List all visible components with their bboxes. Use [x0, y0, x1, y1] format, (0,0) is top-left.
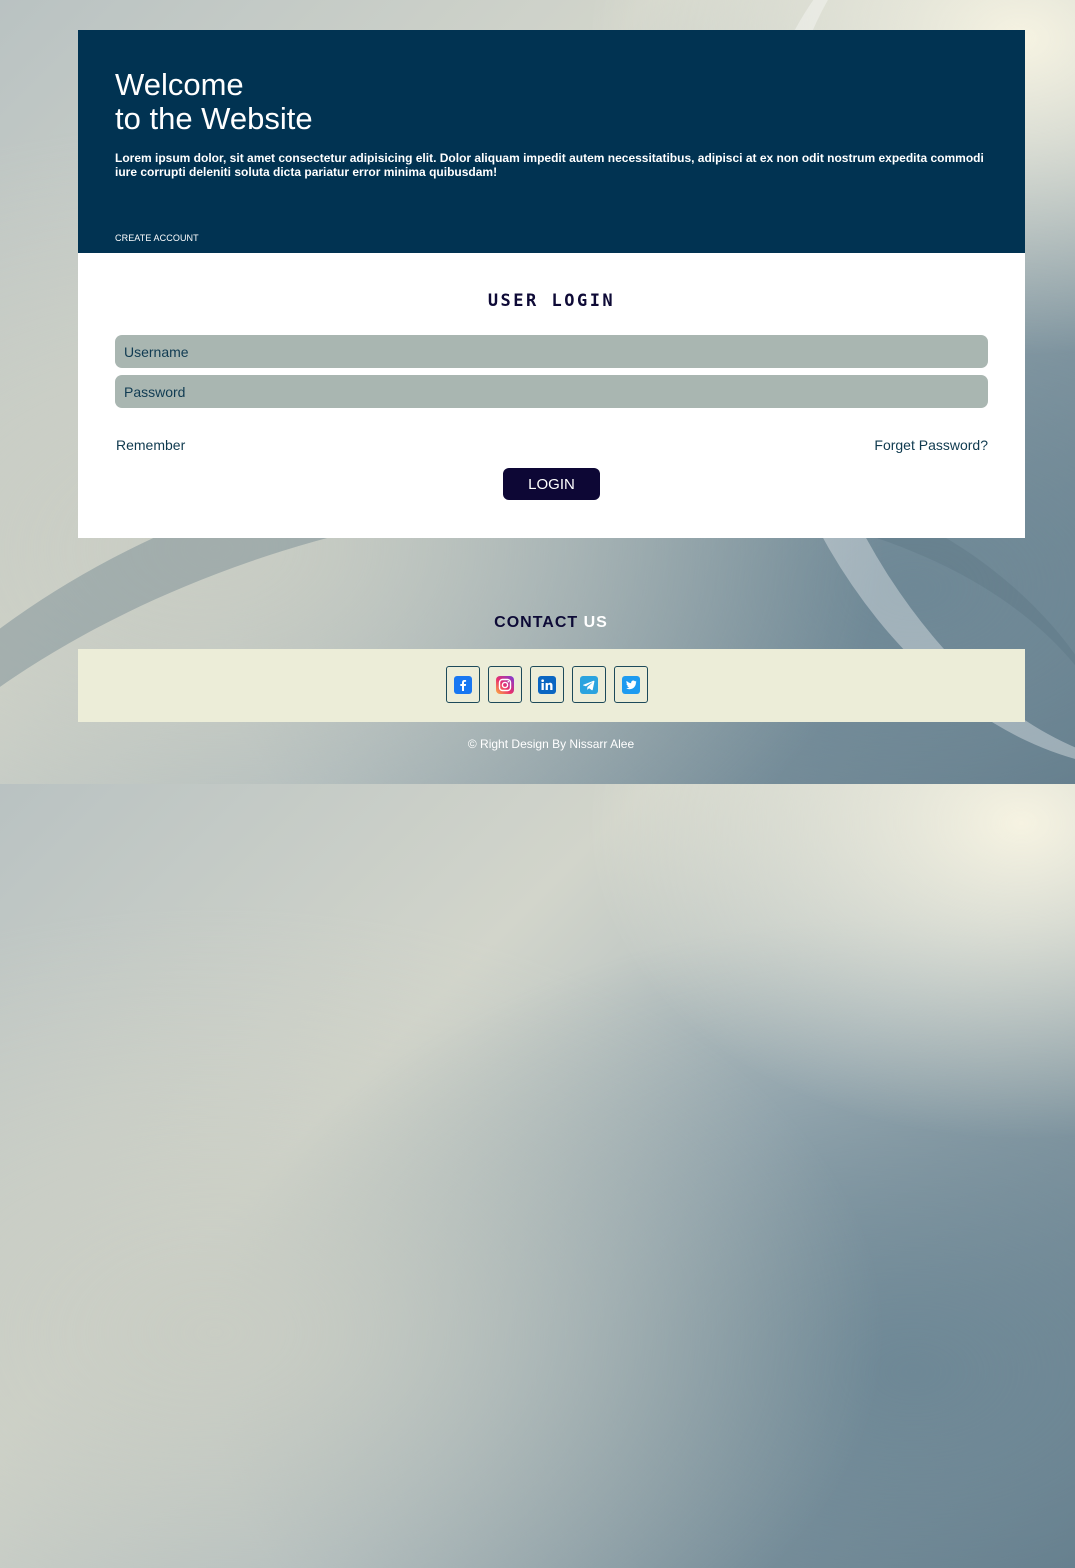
remember-label[interactable]: Remember: [116, 437, 185, 453]
username-input[interactable]: [115, 335, 988, 368]
telegram-link[interactable]: [572, 666, 606, 703]
twitter-icon: [622, 675, 640, 694]
twitter-link[interactable]: [614, 666, 648, 703]
linkedin-icon: [538, 675, 556, 694]
contact-title: CONTACT US: [0, 614, 1075, 632]
contact-title-word1: CONTACT: [494, 614, 579, 631]
facebook-icon: [454, 675, 472, 694]
telegram-icon: [580, 675, 598, 694]
instagram-link[interactable]: [488, 666, 522, 703]
welcome-title-line2: to the Website: [115, 101, 313, 136]
instagram-icon: [496, 675, 514, 694]
welcome-title: Welcome to the Website: [115, 68, 313, 136]
contact-title-word2: US: [583, 614, 608, 631]
password-input[interactable]: [115, 375, 988, 408]
welcome-title-line1: Welcome: [115, 67, 244, 102]
social-links: [446, 666, 648, 703]
copyright-text: © Right Design By Nissarr Alee: [467, 737, 635, 751]
welcome-header: Welcome to the Website Lorem ipsum dolor…: [78, 30, 1025, 253]
create-account-link[interactable]: CREATE ACCOUNT: [115, 233, 199, 243]
linkedin-link[interactable]: [530, 666, 564, 703]
login-title: USER LOGIN: [487, 291, 616, 311]
social-bar: [78, 649, 1025, 722]
login-panel: USER LOGIN Remember Forget Password? LOG…: [78, 253, 1025, 538]
facebook-link[interactable]: [446, 666, 480, 703]
login-button[interactable]: LOGIN: [503, 468, 600, 500]
welcome-description: Lorem ipsum dolor, sit amet consectetur …: [115, 151, 984, 179]
forget-password-link[interactable]: Forget Password?: [874, 437, 988, 453]
